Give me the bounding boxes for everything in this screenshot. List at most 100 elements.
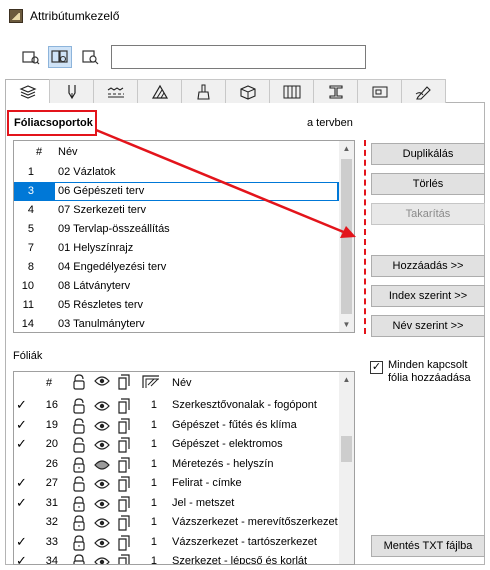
layer-group-list[interactable]: # Név 1 02 Vázlatok 3 06 Gépészeti terv 4 07 … — [13, 140, 355, 333]
delete-button[interactable]: Törlés — [371, 173, 485, 195]
file-view-icon — [22, 51, 40, 65]
layer-name: Vázszerkezet - tartószerkezet — [172, 535, 317, 548]
add-button[interactable]: Hozzáadás >> — [371, 255, 485, 277]
compare-view-button[interactable] — [48, 46, 72, 68]
unlock-icon[interactable] — [72, 476, 86, 492]
tab-fills[interactable] — [137, 79, 182, 103]
window-title: Attribútumkezelő — [30, 9, 120, 23]
list-item[interactable]: 7 01 Helyszínrajz — [14, 239, 340, 258]
tab-profiles[interactable] — [313, 79, 358, 103]
group-list-scrollbar[interactable]: ▲ ▼ — [339, 141, 354, 332]
lock-icon[interactable] — [72, 515, 86, 531]
tab-surfaces[interactable] — [181, 79, 226, 103]
eye-hidden-icon[interactable] — [94, 459, 110, 473]
list-item[interactable]: 8 04 Engedélyezési terv — [14, 258, 340, 277]
layer-scroll-thumb[interactable] — [341, 436, 352, 462]
check-icon: ✓ — [371, 361, 382, 373]
scroll-thumb[interactable] — [341, 159, 352, 314]
eye-icon — [94, 376, 110, 386]
solid-view-icon[interactable] — [117, 456, 131, 473]
lock-icon[interactable] — [72, 456, 86, 473]
building-material-icon — [239, 84, 256, 100]
add-all-linked-checkbox[interactable]: ✓ — [370, 361, 383, 374]
eye-icon[interactable] — [94, 478, 110, 492]
profile-icon — [328, 84, 343, 99]
eye-icon[interactable] — [94, 400, 110, 414]
list-item[interactable]: 4 07 Szerkezeti terv — [14, 201, 340, 220]
table-row[interactable]: 32 1 Vázszerkezet - merevítőszerkezet — [14, 513, 340, 532]
list-item[interactable]: 1 02 Vázlatok — [14, 163, 340, 182]
solid-view-icon[interactable] — [117, 437, 131, 453]
layer-number: 26 — [45, 457, 58, 470]
table-row[interactable]: ✓ 20 1 Gépészet - elektromos — [14, 435, 340, 454]
project-view-button[interactable] — [78, 46, 102, 68]
layer-number: 31 — [45, 496, 58, 509]
wireframe-icon — [118, 374, 130, 390]
save-txt-button[interactable]: Mentés TXT fájlba — [371, 535, 485, 557]
group-number: 3 — [27, 185, 34, 197]
table-row[interactable]: ✓ 31 1 Jel - metszet — [14, 494, 340, 513]
layer-name: Gépészet - elektromos — [172, 438, 283, 450]
solid-view-icon[interactable] — [117, 534, 131, 551]
table-row[interactable]: ✓ 33 1 Vázszerkezet - tartószerkezet — [14, 533, 340, 552]
add-by-name-button[interactable]: Név szerint >> — [371, 315, 485, 337]
duplicate-button[interactable]: Duplikálás — [371, 143, 485, 165]
list-item[interactable]: 11 05 Részletes terv — [14, 296, 340, 315]
add-by-index-button[interactable]: Index szerint >> — [371, 285, 485, 307]
solid-view-icon[interactable] — [117, 495, 131, 512]
layer-scroll-up-arrow[interactable]: ▲ — [339, 372, 354, 387]
table-row[interactable]: ✓ 16 1 Szerkesztővonalak - fogópont — [14, 396, 340, 415]
tab-building-materials[interactable] — [225, 79, 270, 103]
tab-zones[interactable] — [357, 79, 402, 103]
list-item[interactable]: 5 09 Tervlap-összeállítás — [14, 220, 340, 239]
list-item[interactable]: 14 03 Tanulmányterv — [14, 315, 340, 332]
table-row[interactable]: ✓ 19 1 Gépészet - fűtés és klíma — [14, 416, 340, 435]
layer-number: 34 — [45, 555, 58, 565]
lock-icon[interactable] — [72, 554, 86, 564]
scroll-down-arrow[interactable]: ▼ — [339, 317, 354, 332]
lock-icon[interactable] — [72, 495, 86, 512]
solid-view-icon[interactable] — [117, 417, 131, 434]
solid-view-icon[interactable] — [117, 476, 131, 492]
purge-button[interactable]: Takarítás — [371, 203, 485, 225]
file-view-button[interactable] — [19, 46, 43, 68]
eye-icon[interactable] — [94, 498, 110, 512]
scroll-up-arrow[interactable]: ▲ — [339, 141, 354, 156]
tab-pens[interactable] — [49, 79, 94, 103]
tab-layers[interactable] — [5, 79, 50, 104]
eye-icon[interactable] — [94, 439, 110, 453]
project-view-icon — [82, 50, 99, 65]
unlock-icon[interactable] — [72, 417, 86, 434]
eye-icon[interactable] — [94, 420, 110, 434]
layer-number: 16 — [45, 399, 58, 411]
lock-icon[interactable] — [72, 534, 86, 551]
table-row[interactable]: ✓ 34 1 Szerkezet - lépcső és korlát — [14, 552, 340, 565]
table-row[interactable]: ✓ 27 1 Felirat - címke — [14, 474, 340, 493]
unlock-icon[interactable] — [72, 398, 86, 414]
layer-list[interactable]: # Név ✓ 16 1 Szerkesztővonalak - fogópont ✓ 1… — [13, 371, 355, 565]
intersection-group-icon — [142, 375, 159, 388]
table-row[interactable]: 26 1 Méretezés - helyszín — [14, 455, 340, 474]
search-input[interactable] — [111, 45, 366, 69]
list-header: # Név — [14, 141, 354, 163]
tab-composites[interactable] — [269, 79, 314, 103]
rename-input[interactable]: 06 Gépészeti terv — [54, 182, 338, 201]
zone-icon — [372, 86, 387, 97]
tab-line-types[interactable] — [93, 79, 138, 103]
tab-markup[interactable] — [401, 79, 446, 103]
eye-icon[interactable] — [94, 556, 110, 564]
solid-view-icon[interactable] — [117, 515, 131, 531]
layer-groups-title: Fóliacsoportok — [14, 117, 93, 129]
layer-number: 20 — [45, 438, 58, 450]
list-item[interactable]: 3 06 Gépészeti terv — [14, 182, 340, 201]
eye-icon[interactable] — [94, 517, 110, 531]
group-name: 09 Tervlap-összeállítás — [58, 223, 170, 235]
unlock-icon[interactable] — [72, 437, 86, 453]
list-item[interactable]: 10 08 Látványterv — [14, 277, 340, 296]
layer-name: Méretezés - helyszín — [172, 457, 274, 470]
eye-icon[interactable] — [94, 537, 110, 551]
solid-view-icon[interactable] — [117, 398, 131, 414]
layer-list-scrollbar[interactable]: ▲ — [339, 372, 354, 564]
solid-view-icon[interactable] — [117, 554, 131, 564]
layer-number: 19 — [45, 418, 58, 431]
